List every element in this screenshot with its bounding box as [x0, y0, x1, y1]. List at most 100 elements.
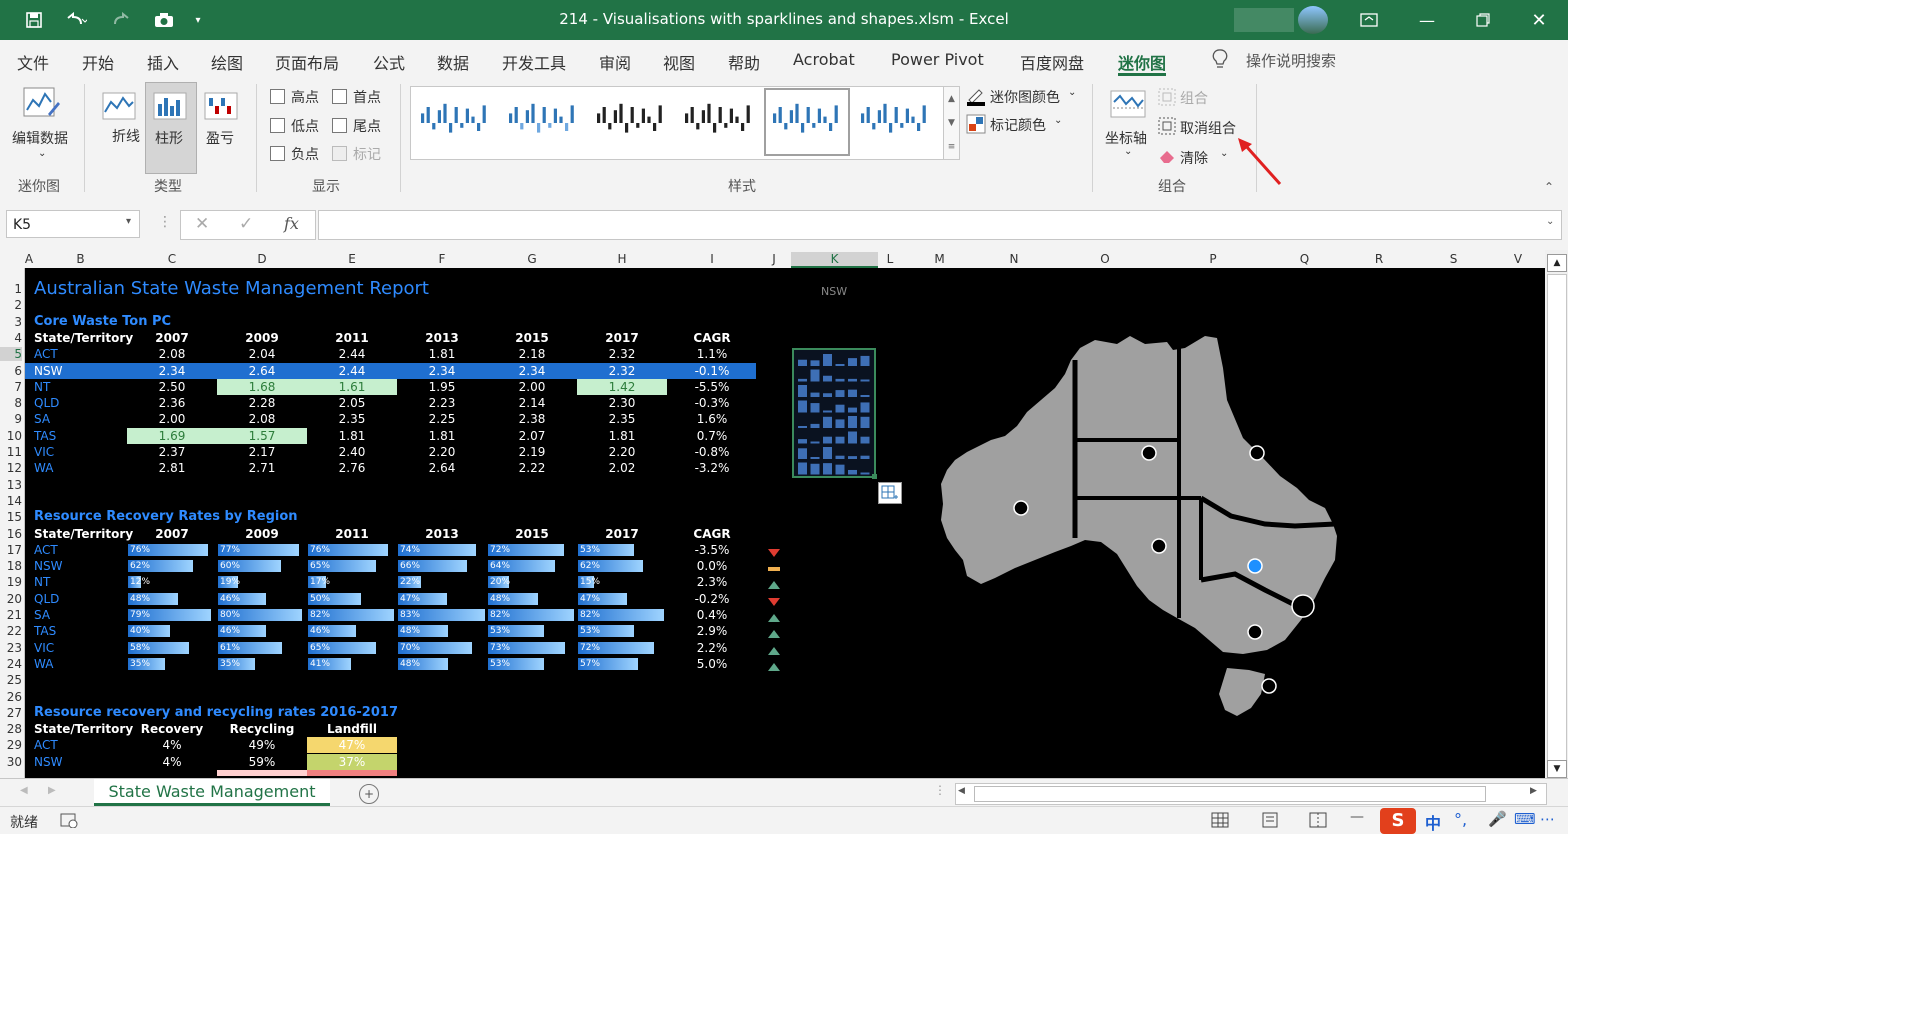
row-header[interactable]: 19	[0, 575, 22, 589]
camera-icon[interactable]	[150, 8, 178, 32]
tab-acrobat[interactable]: Acrobat	[793, 50, 855, 69]
high-point-checkbox[interactable]	[270, 89, 285, 104]
page-break-view-icon[interactable]	[1308, 811, 1328, 832]
scroll-thumb[interactable]	[1547, 274, 1567, 766]
row-header[interactable]: 27	[0, 706, 22, 720]
namebox-dropdown-icon[interactable]: ▾	[126, 216, 131, 227]
column-header[interactable]: P	[1159, 252, 1267, 266]
column-header[interactable]: S	[1416, 252, 1491, 266]
tab-power-pivot[interactable]: Power Pivot	[891, 50, 984, 69]
axis-button[interactable]: 坐标轴	[1105, 128, 1147, 148]
row-header[interactable]: 28	[0, 722, 22, 736]
column-header-selected[interactable]: K	[791, 252, 878, 268]
fill-handle[interactable]	[872, 474, 877, 479]
column-header[interactable]: I	[667, 252, 757, 266]
row-header[interactable]: 10	[0, 429, 22, 443]
marker-color-dropdown-icon[interactable]: ⌄	[1054, 115, 1062, 126]
ribbon-display-icon[interactable]	[1346, 0, 1392, 40]
column-header[interactable]: E	[307, 252, 397, 266]
tab-insert[interactable]: 插入	[147, 50, 179, 74]
collapse-ribbon-icon[interactable]: ⌃	[1544, 180, 1554, 194]
cancel-icon[interactable]: ✕	[195, 214, 209, 234]
row-header[interactable]: 5	[0, 347, 22, 362]
row-header[interactable]: 26	[0, 690, 22, 704]
column-header[interactable]: D	[217, 252, 307, 266]
column-header[interactable]: N	[977, 252, 1051, 266]
worksheet[interactable]: Australian State Waste Management Report…	[25, 268, 1545, 778]
ime-logo-icon[interactable]: S	[1380, 808, 1416, 834]
save-icon[interactable]	[20, 8, 48, 32]
row-header[interactable]: 3	[0, 315, 22, 329]
row-header[interactable]: 24	[0, 657, 22, 671]
page-layout-view-icon[interactable]	[1260, 811, 1280, 832]
tab-split-icon[interactable]: ⋮	[934, 783, 946, 797]
punctuation-icon[interactable]: °,	[1454, 810, 1467, 829]
line-type-button[interactable]: 折线	[112, 128, 140, 146]
column-header[interactable]: B	[34, 252, 127, 266]
row-header[interactable]: 9	[0, 412, 22, 426]
row-header[interactable]: 23	[0, 641, 22, 655]
tab-help[interactable]: 帮助	[728, 50, 760, 74]
tab-home[interactable]: 开始	[82, 50, 114, 74]
column-header[interactable]: V	[1491, 252, 1545, 266]
normal-view-icon[interactable]	[1210, 811, 1230, 832]
horizontal-scrollbar[interactable]: ◀ ▶	[955, 783, 1547, 805]
low-point-checkbox[interactable]	[270, 118, 285, 133]
row-header[interactable]: 20	[0, 592, 22, 606]
add-sheet-icon[interactable]: +	[359, 784, 379, 804]
row-header[interactable]: 18	[0, 559, 22, 573]
last-point-checkbox[interactable]	[332, 118, 347, 133]
first-point-checkbox[interactable]	[332, 89, 347, 104]
column-header[interactable]: F	[397, 252, 487, 266]
column-header[interactable]: G	[487, 252, 577, 266]
row-header[interactable]: 6	[0, 364, 22, 378]
row-header[interactable]: 16	[0, 527, 22, 541]
prev-sheet-icon[interactable]: ◀	[20, 785, 28, 796]
column-header[interactable]: J	[757, 252, 791, 266]
select-all-corner[interactable]	[0, 250, 24, 268]
row-header[interactable]: 22	[0, 624, 22, 638]
edit-data-icon[interactable]	[22, 86, 62, 123]
group-button[interactable]: 组合	[1180, 88, 1208, 108]
ime-chinese-mode[interactable]: 中	[1425, 810, 1441, 834]
zoom-out-icon[interactable]: —	[1350, 809, 1364, 825]
gallery-down-icon[interactable]: ▼	[944, 111, 959, 135]
column-header[interactable]: H	[577, 252, 667, 266]
clear-button[interactable]: 清除	[1180, 148, 1208, 168]
gallery-up-icon[interactable]: ▲	[944, 87, 959, 111]
ime-menu-icon[interactable]: ⋯	[1540, 810, 1555, 828]
row-header[interactable]: 11	[0, 445, 22, 459]
scroll-up-icon[interactable]: ▲	[1547, 254, 1567, 272]
close-icon[interactable]: ✕	[1516, 0, 1562, 40]
gallery-more-icon[interactable]: ≡	[944, 135, 959, 159]
quick-analysis-button[interactable]	[878, 482, 902, 504]
scroll-left-icon[interactable]: ◀	[958, 786, 965, 796]
tab-page-layout[interactable]: 页面布局	[275, 50, 339, 74]
next-sheet-icon[interactable]: ▶	[48, 785, 56, 796]
markers-checkbox[interactable]	[332, 146, 347, 161]
sheet-tab-state-waste-management[interactable]: State Waste Management	[94, 779, 330, 806]
tab-formulas[interactable]: 公式	[373, 50, 405, 74]
row-header[interactable]: 14	[0, 494, 22, 508]
undo-icon[interactable]	[56, 8, 96, 32]
row-header[interactable]: 25	[0, 673, 22, 687]
row-header[interactable]: 21	[0, 608, 22, 622]
insert-function-icon[interactable]: fx	[284, 214, 299, 233]
winloss-type-button[interactable]: 盈亏	[206, 128, 234, 148]
row-header[interactable]: 1	[0, 282, 22, 296]
edit-data-dropdown-icon[interactable]: ⌄	[38, 148, 46, 159]
clear-dropdown-icon[interactable]: ⌄	[1220, 148, 1228, 159]
scroll-right-icon[interactable]: ▶	[1530, 786, 1537, 796]
column-header[interactable]: L	[878, 252, 902, 266]
formula-input[interactable]	[318, 210, 1562, 240]
column-header[interactable]: M	[902, 252, 977, 266]
sparkline-group[interactable]	[792, 348, 876, 478]
column-header[interactable]: R	[1342, 252, 1416, 266]
row-header[interactable]: 12	[0, 461, 22, 475]
column-header[interactable]: O	[1051, 252, 1159, 266]
keyboard-icon[interactable]: ⌨	[1514, 810, 1536, 828]
restore-icon[interactable]	[1460, 0, 1506, 40]
tab-developer[interactable]: 开发工具	[502, 50, 566, 74]
column-header[interactable]: C	[127, 252, 217, 266]
row-header[interactable]: 30	[0, 755, 22, 769]
